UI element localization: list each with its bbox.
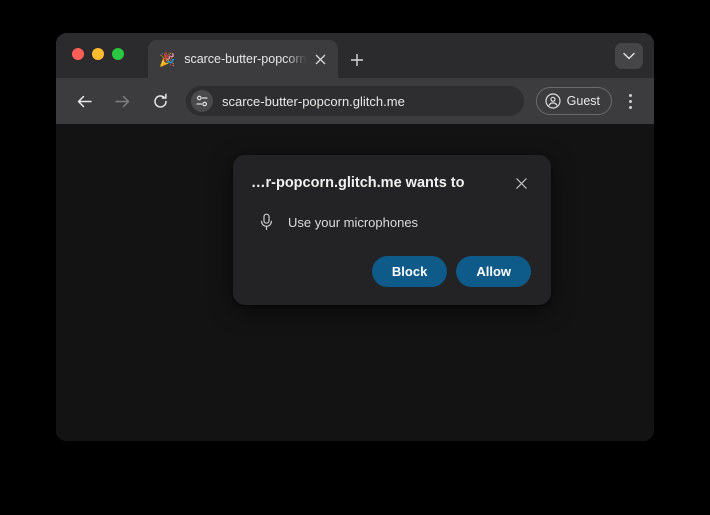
address-bar[interactable]: scarce-butter-popcorn.glitch.me	[186, 86, 524, 116]
allow-button[interactable]: Allow	[456, 256, 531, 287]
tab-close-icon[interactable]	[310, 49, 330, 69]
three-dot-menu-icon[interactable]	[618, 88, 642, 114]
account-circle-icon	[545, 93, 561, 109]
microphone-icon	[259, 213, 274, 231]
profile-button[interactable]: Guest	[535, 87, 612, 115]
permission-label: Use your microphones	[288, 214, 419, 230]
window-maximize-button[interactable]	[112, 48, 124, 60]
reload-button[interactable]	[146, 87, 174, 115]
browser-toolbar: scarce-butter-popcorn.glitch.me Guest	[56, 78, 654, 124]
address-bar-url: scarce-butter-popcorn.glitch.me	[222, 93, 405, 109]
tab-strip: 🎉 scarce-butter-popcorn.glitch.	[56, 33, 654, 78]
browser-window: 🎉 scarce-butter-popcorn.glitch.	[56, 33, 654, 441]
window-close-button[interactable]	[72, 48, 84, 60]
menu-dot	[628, 93, 632, 97]
block-button[interactable]: Block	[371, 256, 448, 287]
forward-button[interactable]	[108, 87, 136, 115]
menu-dot	[628, 99, 632, 103]
dialog-actions: Block Allow	[251, 256, 531, 287]
permission-request-row: Use your microphones	[251, 213, 531, 231]
dialog-header: …r-popcorn.glitch.me wants to	[251, 173, 531, 193]
dialog-title: …r-popcorn.glitch.me wants to	[251, 175, 465, 191]
tab-search-button[interactable]	[615, 43, 643, 69]
permission-dialog: …r-popcorn.glitch.me wants to Use your m…	[233, 155, 551, 305]
tab-title: scarce-butter-popcorn.glitch.	[184, 52, 308, 66]
close-icon[interactable]	[511, 173, 531, 193]
browser-tab[interactable]: 🎉 scarce-butter-popcorn.glitch.	[148, 40, 338, 78]
new-tab-button[interactable]	[346, 49, 368, 71]
window-minimize-button[interactable]	[92, 48, 104, 60]
party-popper-icon: 🎉	[159, 51, 176, 67]
tune-sliders-icon[interactable]	[191, 90, 213, 112]
window-controls	[72, 48, 124, 60]
profile-label: Guest	[566, 94, 600, 108]
back-button[interactable]	[70, 87, 98, 115]
menu-dot	[628, 105, 632, 109]
